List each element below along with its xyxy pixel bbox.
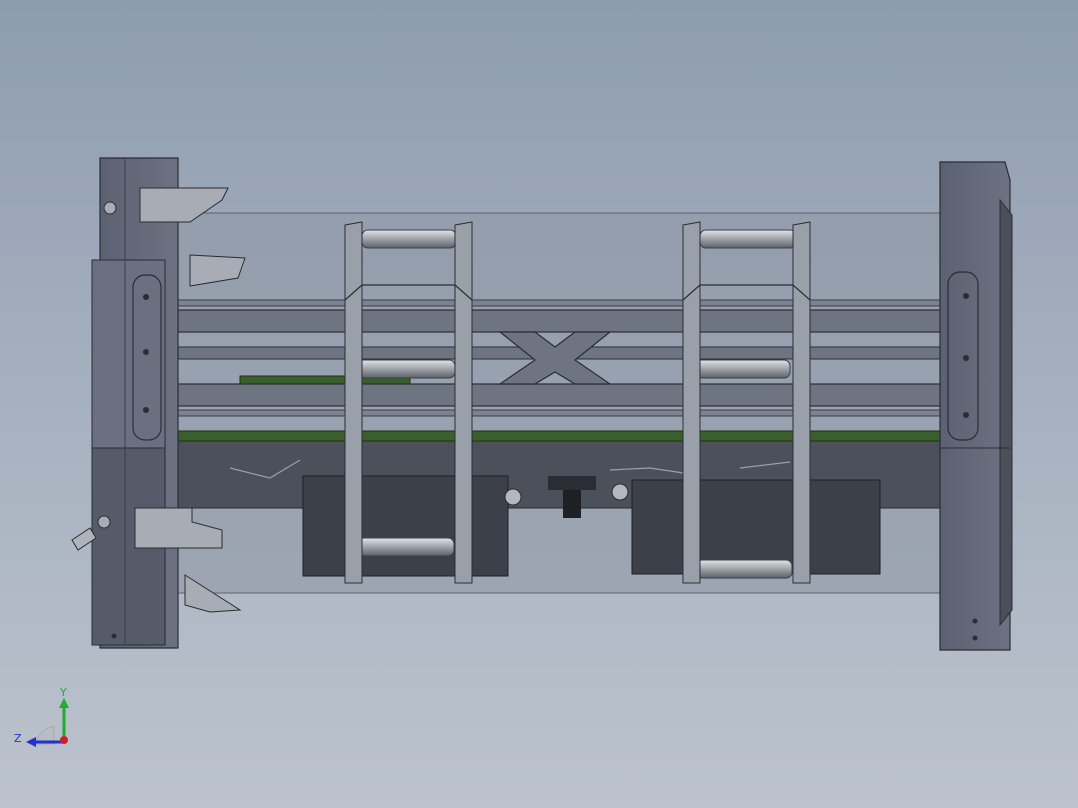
triad-y-arrow [59, 698, 69, 708]
triad-z-arrow [26, 737, 36, 747]
cad-graphics-viewport[interactable]: Y Z [0, 0, 1078, 808]
right-end-plate [939, 161, 1013, 651]
pcb-board-lower [169, 430, 941, 442]
triad-x-axis-dot [60, 736, 68, 744]
triad-y-label: Y [59, 686, 67, 699]
assembly-model[interactable] [0, 0, 1078, 808]
view-orientation-triad[interactable]: Y Z [10, 684, 80, 754]
left-end-plate [91, 157, 179, 649]
triad-z-label: Z [14, 732, 22, 745]
x-frame [124, 309, 966, 407]
